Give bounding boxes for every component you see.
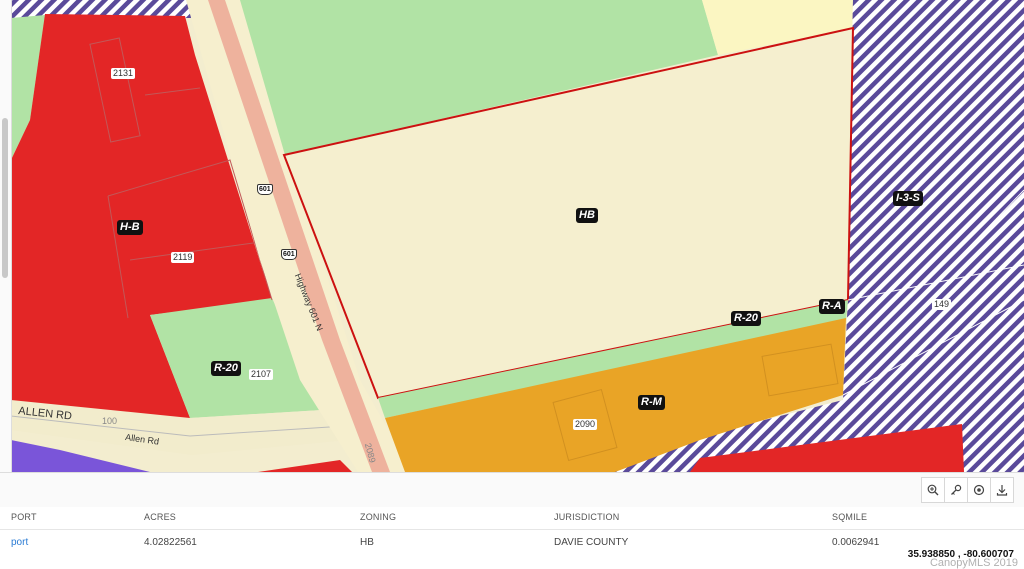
- zone-label-r-a: R-A: [819, 299, 845, 314]
- cell-zoning: HB: [360, 537, 374, 548]
- key-button[interactable]: [944, 477, 968, 503]
- header-divider: [0, 529, 1024, 530]
- cell-sqmile: 0.0062941: [832, 537, 880, 548]
- column-header-jurisdiction[interactable]: JURISDICTION: [554, 512, 619, 522]
- zone-label-hb: HB: [576, 208, 598, 223]
- parcel-number: 2119: [171, 252, 195, 263]
- parcel-number: 2107: [249, 369, 274, 380]
- locate-button[interactable]: [967, 477, 991, 503]
- parcel-number: 100: [102, 416, 118, 426]
- zone-label-r-m: R-M: [638, 395, 665, 410]
- parcel-number: 2090: [573, 419, 598, 430]
- zoning-map: [0, 0, 1024, 472]
- route-shield-icon: 601: [257, 184, 273, 195]
- zoom-in-button[interactable]: [921, 477, 945, 503]
- cell-jurisdiction: DAVIE COUNTY: [554, 537, 629, 548]
- download-icon: [996, 485, 1008, 496]
- column-header-sqmile[interactable]: SQMILE: [832, 512, 867, 522]
- watermark: CanopyMLS 2019: [929, 557, 1018, 569]
- results-table: PORT ACRES ZONING JURISDICTION SQMILE po…: [0, 507, 1024, 569]
- scroll-thumb[interactable]: [2, 118, 8, 278]
- cell-acres: 4.02822561: [144, 537, 197, 548]
- column-header-port[interactable]: PORT: [11, 512, 37, 522]
- download-button[interactable]: [990, 477, 1014, 503]
- route-shield-icon: 601: [281, 249, 297, 260]
- zone-label-r-20: R-20: [211, 361, 241, 376]
- parcel-number: 2131: [111, 68, 136, 79]
- report-link[interactable]: port: [11, 537, 28, 548]
- map-view[interactable]: HB H-B I-3-S R-20 R-20 R-A R-M 2131 2119…: [0, 0, 1024, 472]
- zone-label-h-b: H-B: [117, 220, 143, 235]
- zone-label-r-20-strip: R-20: [731, 311, 761, 326]
- zoom-in-icon: [927, 484, 939, 496]
- map-toolbar: [0, 472, 1024, 508]
- column-header-acres[interactable]: ACRES: [144, 512, 176, 522]
- key-icon: [951, 484, 962, 495]
- vertical-scrollbar[interactable]: [0, 0, 12, 472]
- column-header-zoning[interactable]: ZONING: [360, 512, 396, 522]
- parcel-number: 149: [932, 299, 952, 310]
- locate-icon: [973, 484, 985, 496]
- zone-label-i-3-s: I-3-S: [893, 191, 923, 206]
